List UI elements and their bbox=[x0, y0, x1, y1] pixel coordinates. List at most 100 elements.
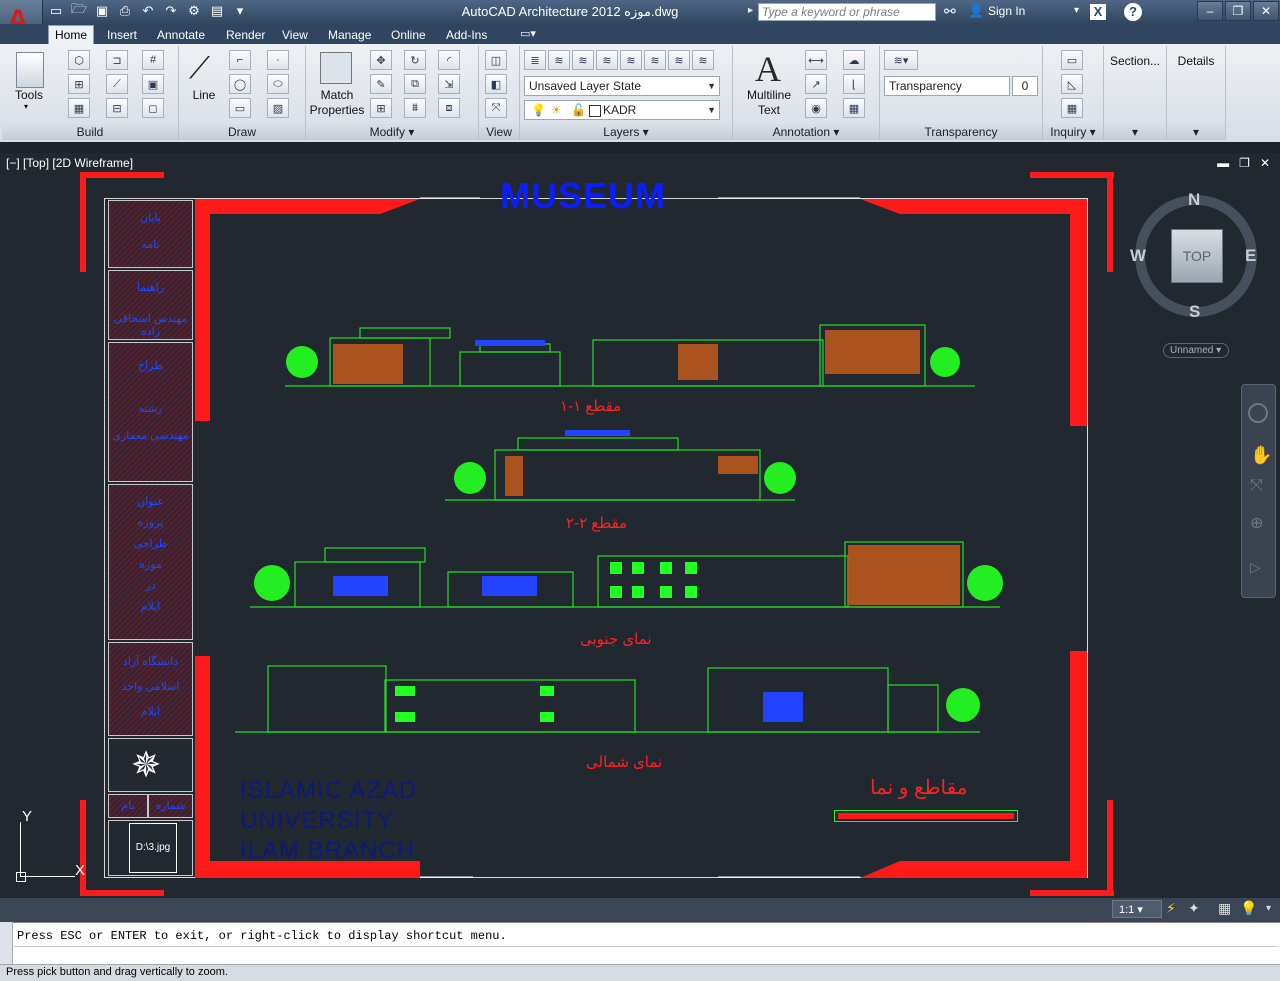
rectangle-icon[interactable]: ▭ bbox=[229, 98, 251, 118]
open-file-icon[interactable]: 🗁 bbox=[69, 1, 89, 20]
multiline-text-icon[interactable]: A bbox=[755, 48, 781, 90]
panel-title-inquiry[interactable]: Inquiry ▾ bbox=[1043, 124, 1103, 140]
qat-dropdown-icon[interactable]: ▾ bbox=[230, 2, 250, 20]
panel-title-draw[interactable]: Draw bbox=[179, 124, 305, 140]
viewport-restore-icon[interactable]: ❐ bbox=[1239, 156, 1250, 170]
pan-icon[interactable]: ✋ bbox=[1250, 445, 1272, 466]
sign-in-dropdown-icon[interactable]: ▾ bbox=[1074, 5, 1079, 16]
ucs-icon[interactable]: ⤧ bbox=[485, 98, 507, 118]
panel-title-transparency[interactable]: Transparency bbox=[880, 124, 1042, 140]
mirror-icon[interactable]: ⩩ bbox=[404, 98, 426, 118]
tab-annotate[interactable]: Annotate bbox=[151, 26, 211, 44]
view-cube-icon[interactable]: ◫ bbox=[485, 50, 507, 70]
compass-east-label[interactable]: E bbox=[1245, 246, 1256, 266]
rotate-icon[interactable]: ↻ bbox=[404, 50, 426, 70]
status-menu-icon[interactable]: ▾ bbox=[1266, 903, 1271, 914]
transparency-layers-icon[interactable]: ≋▾ bbox=[884, 50, 918, 70]
space-icon[interactable]: ⊟ bbox=[106, 98, 128, 118]
tag-icon[interactable]: ◉ bbox=[805, 98, 827, 118]
visual-style-icon[interactable]: ◧ bbox=[485, 74, 507, 94]
properties-label[interactable]: Properties bbox=[306, 103, 368, 117]
zoom-extents-icon[interactable]: ⤧ bbox=[1250, 477, 1263, 495]
layer-lock-icon[interactable]: ≋ bbox=[620, 50, 642, 70]
ribbon-minimize-icon[interactable]: ▭▾ bbox=[520, 27, 536, 40]
erase-icon[interactable]: ✎ bbox=[370, 74, 392, 94]
area-icon[interactable]: ◺ bbox=[1061, 74, 1083, 94]
panel-title-build[interactable]: Build bbox=[2, 124, 178, 140]
workspace-icon[interactable]: ⚙ bbox=[184, 2, 204, 20]
auto-scale-icon[interactable]: ✦ bbox=[1188, 900, 1200, 917]
section-label[interactable]: Section... bbox=[1104, 54, 1166, 68]
move-icon[interactable]: ✥ bbox=[370, 50, 392, 70]
tools-label[interactable]: Tools bbox=[6, 88, 52, 102]
polyline-icon[interactable]: ⌐ bbox=[229, 50, 251, 70]
workspace-switch-icon[interactable]: ▦ bbox=[1218, 900, 1231, 917]
viewport-minimize-icon[interactable]: ▬ bbox=[1217, 156, 1229, 170]
window-tool-icon[interactable]: ⊞ bbox=[68, 74, 90, 94]
transparency-field[interactable]: Transparency bbox=[884, 76, 1010, 96]
tab-add-ins[interactable]: Add-Ins bbox=[440, 26, 493, 44]
tab-view[interactable]: View bbox=[276, 26, 314, 44]
print-icon[interactable]: ⎙ bbox=[115, 2, 135, 20]
panel-title-layers[interactable]: Layers ▾ bbox=[520, 124, 732, 140]
layer-change-icon[interactable]: ≋ bbox=[668, 50, 690, 70]
offset-icon[interactable]: ⧈ bbox=[438, 98, 460, 118]
compass-west-label[interactable]: W bbox=[1130, 246, 1146, 266]
layer-state-select[interactable]: Unsaved Layer State ▼ bbox=[524, 76, 720, 96]
column-icon[interactable]: ▣ bbox=[142, 74, 164, 94]
match-label[interactable]: Match bbox=[306, 88, 368, 102]
door-icon[interactable]: ⊐ bbox=[106, 50, 128, 70]
isolate-objects-icon[interactable]: 💡 bbox=[1240, 900, 1257, 917]
annotation-scale-button[interactable]: 1:1 ▾ bbox=[1112, 900, 1162, 918]
revision-cloud-icon[interactable]: ☁ bbox=[843, 50, 865, 70]
hatch-icon[interactable]: ▨ bbox=[267, 98, 289, 118]
tab-render[interactable]: Render bbox=[220, 26, 271, 44]
section-expand-icon[interactable]: ▾ bbox=[1104, 124, 1166, 140]
distance-icon[interactable]: ▭ bbox=[1061, 50, 1083, 70]
command-line-grip[interactable] bbox=[0, 922, 13, 966]
compass-south-label[interactable]: S bbox=[1189, 302, 1200, 322]
table-icon[interactable]: ▦ bbox=[843, 98, 865, 118]
binoculars-icon[interactable]: ⚯ bbox=[944, 3, 956, 20]
ellipse-icon[interactable]: ⬭ bbox=[267, 74, 289, 94]
grid-icon[interactable]: # bbox=[142, 50, 164, 70]
curtain-wall-icon[interactable]: ▦ bbox=[68, 98, 90, 118]
match-properties-icon[interactable] bbox=[320, 52, 352, 84]
tab-manage[interactable]: Manage bbox=[322, 26, 377, 44]
tools-dropdown-icon[interactable]: ▾ bbox=[24, 102, 28, 111]
array-icon[interactable]: ⊞ bbox=[370, 98, 392, 118]
exchange-icon[interactable]: X bbox=[1090, 4, 1106, 20]
wcs-menu[interactable]: Unnamed ▾ bbox=[1163, 343, 1229, 358]
steering-wheel-icon[interactable] bbox=[1248, 403, 1268, 423]
save-icon[interactable]: ▣ bbox=[92, 2, 112, 20]
line-icon[interactable]: ⟋ bbox=[189, 52, 210, 86]
layer-walk-icon[interactable]: ≋ bbox=[692, 50, 714, 70]
sign-in-button[interactable]: Sign In bbox=[988, 4, 1025, 18]
transparency-value[interactable]: 0 bbox=[1012, 76, 1038, 96]
redo-icon[interactable]: ↷ bbox=[161, 2, 181, 20]
search-expand-icon[interactable]: ▸ bbox=[748, 5, 753, 16]
line-label[interactable]: Line bbox=[185, 88, 223, 102]
panel-title-modify[interactable]: Modify ▾ bbox=[306, 124, 478, 140]
calculator-icon[interactable]: ▦ bbox=[1061, 98, 1083, 118]
layer-match-icon[interactable]: ≋ bbox=[644, 50, 666, 70]
panel-title-view[interactable]: View bbox=[479, 124, 519, 140]
minimize-button[interactable]: – bbox=[1197, 1, 1223, 21]
close-window-button[interactable]: ✕ bbox=[1253, 1, 1279, 21]
layer-properties-icon[interactable]: ≣ bbox=[524, 50, 546, 70]
dimension-icon[interactable]: ⟷ bbox=[805, 50, 827, 70]
properties-icon[interactable]: ▤ bbox=[207, 2, 227, 20]
layer-select[interactable]: 💡 ☀ 🔓 KADR ▼ bbox=[524, 100, 720, 120]
point-icon[interactable]: · bbox=[267, 50, 289, 70]
orbit-icon[interactable]: ⊕ bbox=[1250, 513, 1263, 533]
text-label[interactable]: Text bbox=[739, 103, 799, 117]
panel-title-annotation[interactable]: Annotation ▾ bbox=[733, 124, 879, 140]
viewcube-top-face[interactable]: TOP bbox=[1171, 229, 1223, 283]
undo-icon[interactable]: ↶ bbox=[138, 2, 158, 20]
viewport-close-icon[interactable]: ✕ bbox=[1260, 156, 1270, 170]
compass-north-label[interactable]: N bbox=[1188, 190, 1200, 210]
showmotion-icon[interactable]: ▷ bbox=[1250, 559, 1261, 576]
layer-isolate-icon[interactable]: ≋ bbox=[572, 50, 594, 70]
details-expand-icon[interactable]: ▾ bbox=[1167, 124, 1225, 140]
multiline-label[interactable]: Multiline bbox=[739, 88, 799, 102]
